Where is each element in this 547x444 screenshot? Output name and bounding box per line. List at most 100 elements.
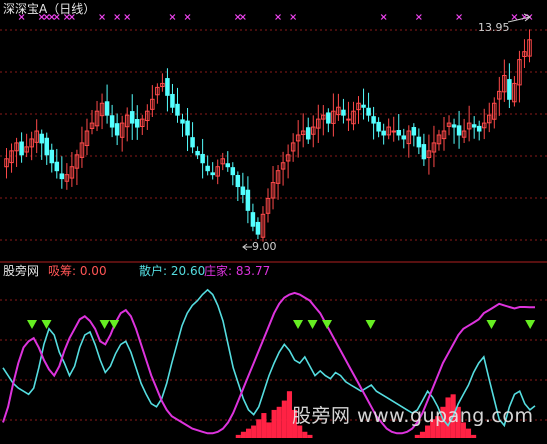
absorb-bar xyxy=(245,428,252,438)
cross-marker-icon xyxy=(290,14,297,20)
candle-body xyxy=(104,101,110,116)
signal-triangle-icon xyxy=(365,320,376,329)
signal-triangle-icon xyxy=(27,320,38,329)
candle-body xyxy=(195,150,200,156)
signal-triangle-icon xyxy=(41,320,52,329)
candle-body xyxy=(507,79,512,100)
candle-body xyxy=(54,161,60,172)
candle-body xyxy=(235,174,241,188)
signal-triangle-icon xyxy=(307,320,318,329)
candle-body xyxy=(401,135,407,140)
candle-body xyxy=(421,144,427,160)
candle-body xyxy=(49,149,55,164)
candle-body xyxy=(59,173,65,180)
absorb-bar xyxy=(261,413,267,438)
indicator-name: 股旁网 xyxy=(3,264,40,278)
candle-body xyxy=(456,125,462,136)
absorb-bar xyxy=(465,428,472,438)
signal-triangle-icon xyxy=(322,320,333,329)
cross-marker-icon xyxy=(124,14,131,20)
candle-body xyxy=(250,212,256,227)
signal-triangle-markers xyxy=(27,320,536,329)
candle-body xyxy=(19,141,24,156)
absorb-bar xyxy=(419,431,426,438)
low-price-arrow-icon xyxy=(242,243,252,251)
absorb-bar xyxy=(240,431,246,438)
absorb-bar xyxy=(297,425,303,438)
candle-body xyxy=(451,124,457,128)
cross-marker-icon xyxy=(456,14,463,20)
absorb-bar xyxy=(251,425,257,438)
cross-marker-icon xyxy=(275,14,281,20)
candle-body xyxy=(230,167,236,176)
cross-marker-icon xyxy=(234,14,241,20)
candle-body xyxy=(210,172,215,176)
candle-body xyxy=(240,186,246,195)
cross-marker-icon xyxy=(169,14,176,20)
candle-body xyxy=(245,189,251,211)
low-price-label: 9.00 xyxy=(252,240,277,253)
top-cross-markers xyxy=(18,14,533,20)
cross-marker-icon xyxy=(99,14,105,20)
candle-body xyxy=(346,118,351,121)
candle-body xyxy=(205,165,210,172)
absorb-bar xyxy=(425,425,431,438)
candle-body xyxy=(39,133,44,144)
candle-body xyxy=(376,121,381,132)
absorb-bar xyxy=(307,434,313,438)
signal-triangle-icon xyxy=(486,320,497,329)
candlestick-series xyxy=(4,29,532,242)
candle-body xyxy=(371,116,376,124)
absorb-bar xyxy=(414,434,420,438)
absorb-bar xyxy=(302,431,308,438)
candle-body xyxy=(114,123,120,136)
candle-body xyxy=(165,78,170,96)
retail-value: 散户: 20.60 xyxy=(139,264,206,278)
high-price-label: 13.95 xyxy=(478,21,510,34)
absorb-bar xyxy=(266,422,272,438)
candle-body xyxy=(416,136,422,148)
stock-chart xyxy=(0,13,547,438)
absorb-bar xyxy=(256,419,262,438)
candle-body xyxy=(305,127,311,140)
chart-title: 深深宝A（日线） xyxy=(3,2,96,16)
candle-body xyxy=(471,124,477,128)
candle-body xyxy=(361,104,366,108)
cross-marker-icon xyxy=(415,14,422,20)
candle-body xyxy=(366,107,371,116)
signal-triangle-icon xyxy=(293,320,304,329)
absorb-value: 吸筹: 0.00 xyxy=(48,264,107,278)
watermark: 股旁网 www.gupang.com xyxy=(292,405,534,427)
candle-body xyxy=(255,221,261,235)
signal-triangle-icon xyxy=(99,320,110,329)
candle-body xyxy=(200,153,205,164)
cross-marker-icon xyxy=(114,14,121,20)
candle-body xyxy=(411,127,417,136)
absorb-bar xyxy=(471,434,477,438)
signal-triangle-icon xyxy=(525,320,536,329)
absorb-bar xyxy=(271,409,277,438)
dealer-value: 庄家: 83.77 xyxy=(204,264,271,278)
high-price-arrow-icon xyxy=(507,13,531,23)
cross-marker-icon xyxy=(380,14,387,20)
candle-body xyxy=(170,93,175,108)
candle-body xyxy=(396,129,402,136)
candle-body xyxy=(185,120,190,136)
absorb-bar xyxy=(235,434,241,438)
absorb-bar xyxy=(281,400,287,438)
candle-body xyxy=(341,109,346,116)
candle-body xyxy=(225,163,231,168)
cross-marker-icon xyxy=(184,14,191,20)
candle-body xyxy=(190,137,195,148)
signal-triangle-icon xyxy=(109,320,120,329)
candle-body xyxy=(175,103,180,116)
candle-body xyxy=(180,119,185,124)
candle-body xyxy=(391,130,396,133)
candle-body xyxy=(129,111,135,124)
candle-body xyxy=(134,119,140,128)
candle-body xyxy=(381,130,386,136)
candle-body xyxy=(476,125,482,132)
cross-marker-icon xyxy=(239,14,246,20)
candle-body xyxy=(326,112,331,124)
cross-marker-icon xyxy=(511,14,518,20)
